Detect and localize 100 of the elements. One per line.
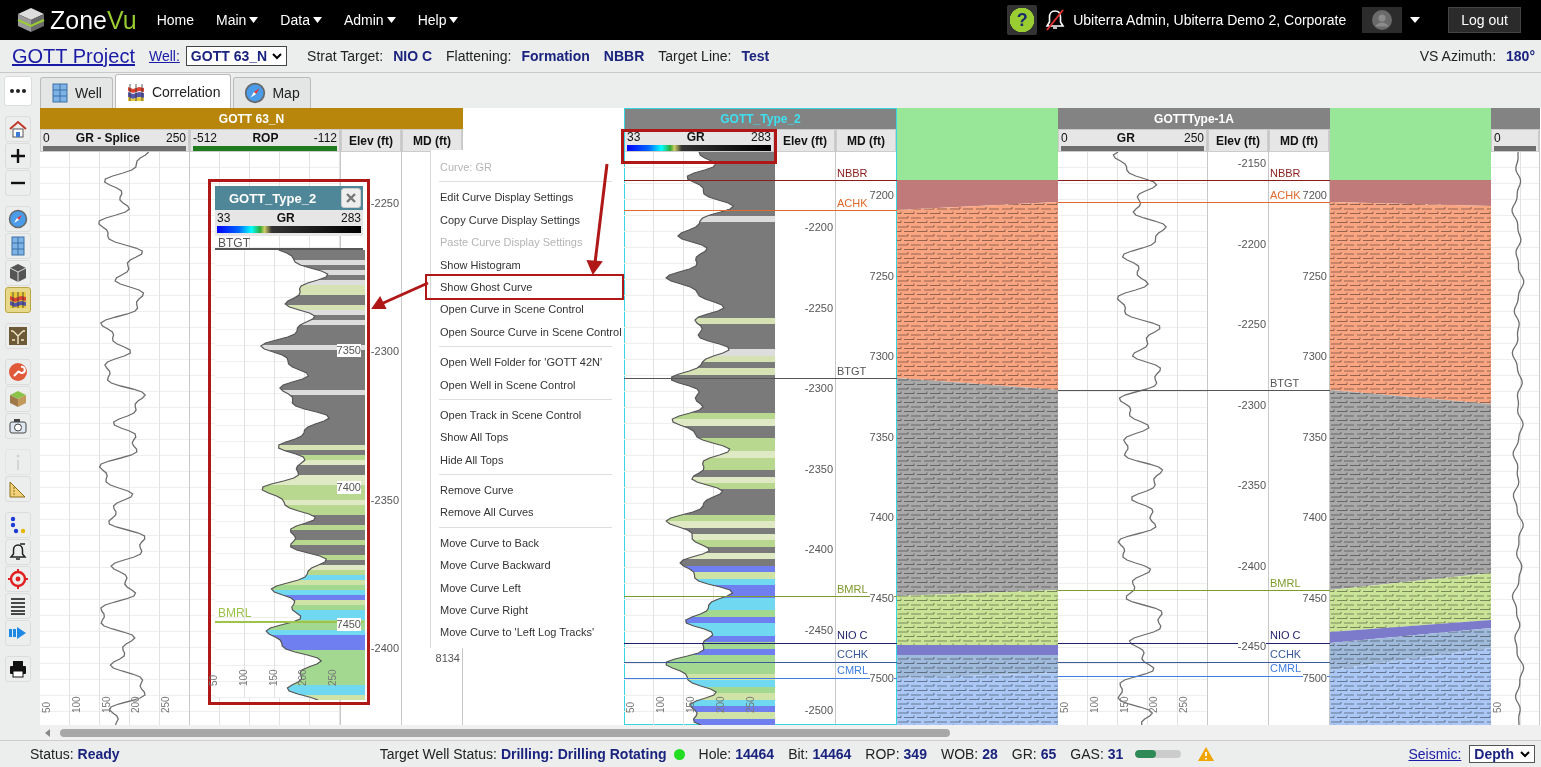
nav-menu-item[interactable]: Home bbox=[156, 12, 194, 28]
caret-icon bbox=[449, 17, 459, 23]
track-header[interactable]: MD (ft) bbox=[836, 129, 896, 152]
printer-icon bbox=[8, 659, 28, 679]
info-icon bbox=[15, 453, 21, 471]
caret-icon[interactable] bbox=[1410, 17, 1421, 23]
house-icon bbox=[8, 119, 28, 139]
formation-top-label: NIO C bbox=[837, 629, 868, 642]
depth-label: 7200 bbox=[869, 189, 894, 202]
close-button[interactable] bbox=[341, 188, 361, 208]
scale-max: 250 bbox=[165, 130, 186, 145]
menu-item[interactable]: Move Curve to 'Left Log Tracks' bbox=[431, 621, 620, 644]
depth-label: 7250 bbox=[869, 269, 894, 283]
depth-label: 7350 bbox=[869, 430, 894, 444]
toolbar-button[interactable] bbox=[5, 287, 31, 313]
menu-item[interactable]: Hide All Tops bbox=[431, 448, 620, 472]
axis-tick-label: 100 bbox=[656, 696, 666, 713]
menu-item[interactable]: Remove All Curves bbox=[431, 501, 620, 524]
menu-item[interactable]: Move Curve to Back bbox=[431, 531, 620, 555]
menu-item[interactable]: Open Track in Scene Control bbox=[431, 403, 620, 427]
track-header[interactable]: 0 GR 250 bbox=[1058, 129, 1207, 152]
horizontal-scrollbar[interactable] bbox=[40, 725, 1541, 740]
field-label: Strat Target: bbox=[307, 48, 384, 64]
scrollbar-thumb[interactable] bbox=[60, 728, 950, 737]
axis-tick-label: 250 bbox=[161, 696, 172, 713]
view-tab[interactable]: Well bbox=[40, 77, 113, 108]
track-header[interactable]: 0 GR - Splice 250 bbox=[40, 129, 189, 152]
well-dropdown[interactable]: GOTT 63_N bbox=[185, 46, 288, 66]
field-label: VS Azimuth: bbox=[1419, 48, 1497, 64]
depth-label: 7300 bbox=[869, 350, 894, 363]
status-label: Status: bbox=[30, 746, 74, 762]
track-header[interactable]: 0 bbox=[1491, 129, 1539, 152]
menu-item[interactable]: Move Curve Right bbox=[431, 599, 620, 622]
formation-top-label: CCHK bbox=[837, 648, 869, 661]
depth-label: 7400 bbox=[869, 511, 894, 524]
logout-button[interactable]: Log out bbox=[1448, 7, 1521, 33]
view-tab[interactable]: Map bbox=[233, 77, 311, 108]
formation-top-label: CMRL bbox=[1270, 662, 1302, 675]
scale-min: 0 bbox=[43, 130, 50, 145]
axis-tick-label: 200 bbox=[131, 696, 142, 713]
nav-menu-item[interactable]: Main bbox=[216, 12, 259, 28]
depth-label: -2450 bbox=[1237, 640, 1266, 653]
project-title-link[interactable]: GOTT Project bbox=[12, 44, 135, 68]
menu-item[interactable]: Move Curve Backward bbox=[431, 554, 620, 577]
track-header[interactable]: Elev (ft) bbox=[1208, 129, 1268, 152]
axis-tick-label: 100 bbox=[1089, 696, 1100, 713]
menu-item[interactable]: Show Ghost Curve bbox=[427, 275, 622, 299]
status-label: Target Well Status: bbox=[379, 746, 497, 762]
layered-cube-icon bbox=[8, 389, 28, 409]
menu-item[interactable]: Remove Curve bbox=[431, 479, 620, 502]
seismic-dropdown[interactable]: Depth bbox=[1469, 745, 1535, 763]
scale-max: 250 bbox=[1183, 130, 1204, 145]
axis-tick-label: 50 bbox=[1059, 701, 1070, 713]
axis-tick-label: 200 bbox=[716, 696, 726, 713]
status-value: Drilling: Drilling Rotating bbox=[500, 746, 667, 762]
depth-label: 7450 bbox=[336, 618, 361, 631]
wrench-icon bbox=[8, 362, 28, 382]
track-header[interactable]: Elev (ft) bbox=[775, 129, 835, 152]
avatar-silhouette-icon bbox=[1372, 10, 1393, 30]
left-arrow-icon[interactable] bbox=[44, 728, 52, 737]
menu-item[interactable]: Open Source Curve in Scene Control bbox=[431, 320, 620, 344]
track-header[interactable]: MD (ft) bbox=[402, 129, 462, 152]
nav-menu-item[interactable]: Help bbox=[417, 12, 459, 28]
nav-menu-item[interactable]: Data bbox=[280, 12, 322, 28]
correlation-icon bbox=[125, 81, 146, 102]
depth-label: -2350 bbox=[1237, 479, 1266, 492]
field-value: NBBR bbox=[603, 48, 645, 64]
depth-label: 7250 bbox=[1302, 269, 1327, 283]
well-link[interactable]: Well: bbox=[149, 48, 180, 64]
track-header[interactable]: -512 ROP -112 bbox=[190, 129, 340, 152]
field-label: Target Line: bbox=[658, 48, 732, 64]
track-header[interactable]: MD (ft) bbox=[1269, 129, 1329, 152]
track-header[interactable]: Elev (ft) bbox=[341, 129, 401, 152]
nav-menu-item[interactable]: Admin bbox=[343, 12, 396, 28]
menu-item[interactable]: Open Well Folder for 'GOTT 42N' bbox=[431, 351, 620, 374]
menu-item[interactable]: Open Well in Scene Control bbox=[431, 373, 620, 396]
metric-value: 31 bbox=[1107, 746, 1124, 762]
view-tab[interactable]: Correlation bbox=[114, 74, 232, 108]
grid-icon bbox=[8, 236, 28, 256]
track-name: Elev (ft) bbox=[1215, 133, 1261, 148]
muted-bell-icon[interactable] bbox=[1045, 9, 1066, 31]
chevron-down-icon bbox=[1520, 750, 1530, 758]
menu-item[interactable]: Open Curve in Scene Control bbox=[431, 298, 620, 321]
avatar-button[interactable] bbox=[1362, 7, 1403, 33]
scale-min: 33 bbox=[217, 210, 231, 225]
menu-item[interactable]: Show All Tops bbox=[431, 426, 620, 449]
track-name: ROP bbox=[251, 130, 280, 145]
depth-label: -2150 bbox=[1237, 157, 1266, 170]
menu-item[interactable]: Edit Curve Display Settings bbox=[431, 186, 620, 209]
formation-top-label: BTGT bbox=[837, 365, 867, 378]
plus-icon bbox=[8, 146, 28, 166]
menu-item[interactable]: Move Curve Left bbox=[431, 576, 620, 600]
help-button[interactable]: ? bbox=[1007, 5, 1038, 35]
field-value: Formation bbox=[521, 48, 590, 64]
menu-item[interactable]: Show Histogram bbox=[431, 253, 620, 276]
menu-item[interactable]: Copy Curve Display Settings bbox=[431, 208, 620, 232]
seismic-link[interactable]: Seismic: bbox=[1408, 746, 1462, 762]
depth-label: -2200 bbox=[804, 221, 833, 234]
depth-label: 7400 bbox=[1302, 511, 1327, 524]
3d-cube-icon bbox=[8, 263, 28, 283]
